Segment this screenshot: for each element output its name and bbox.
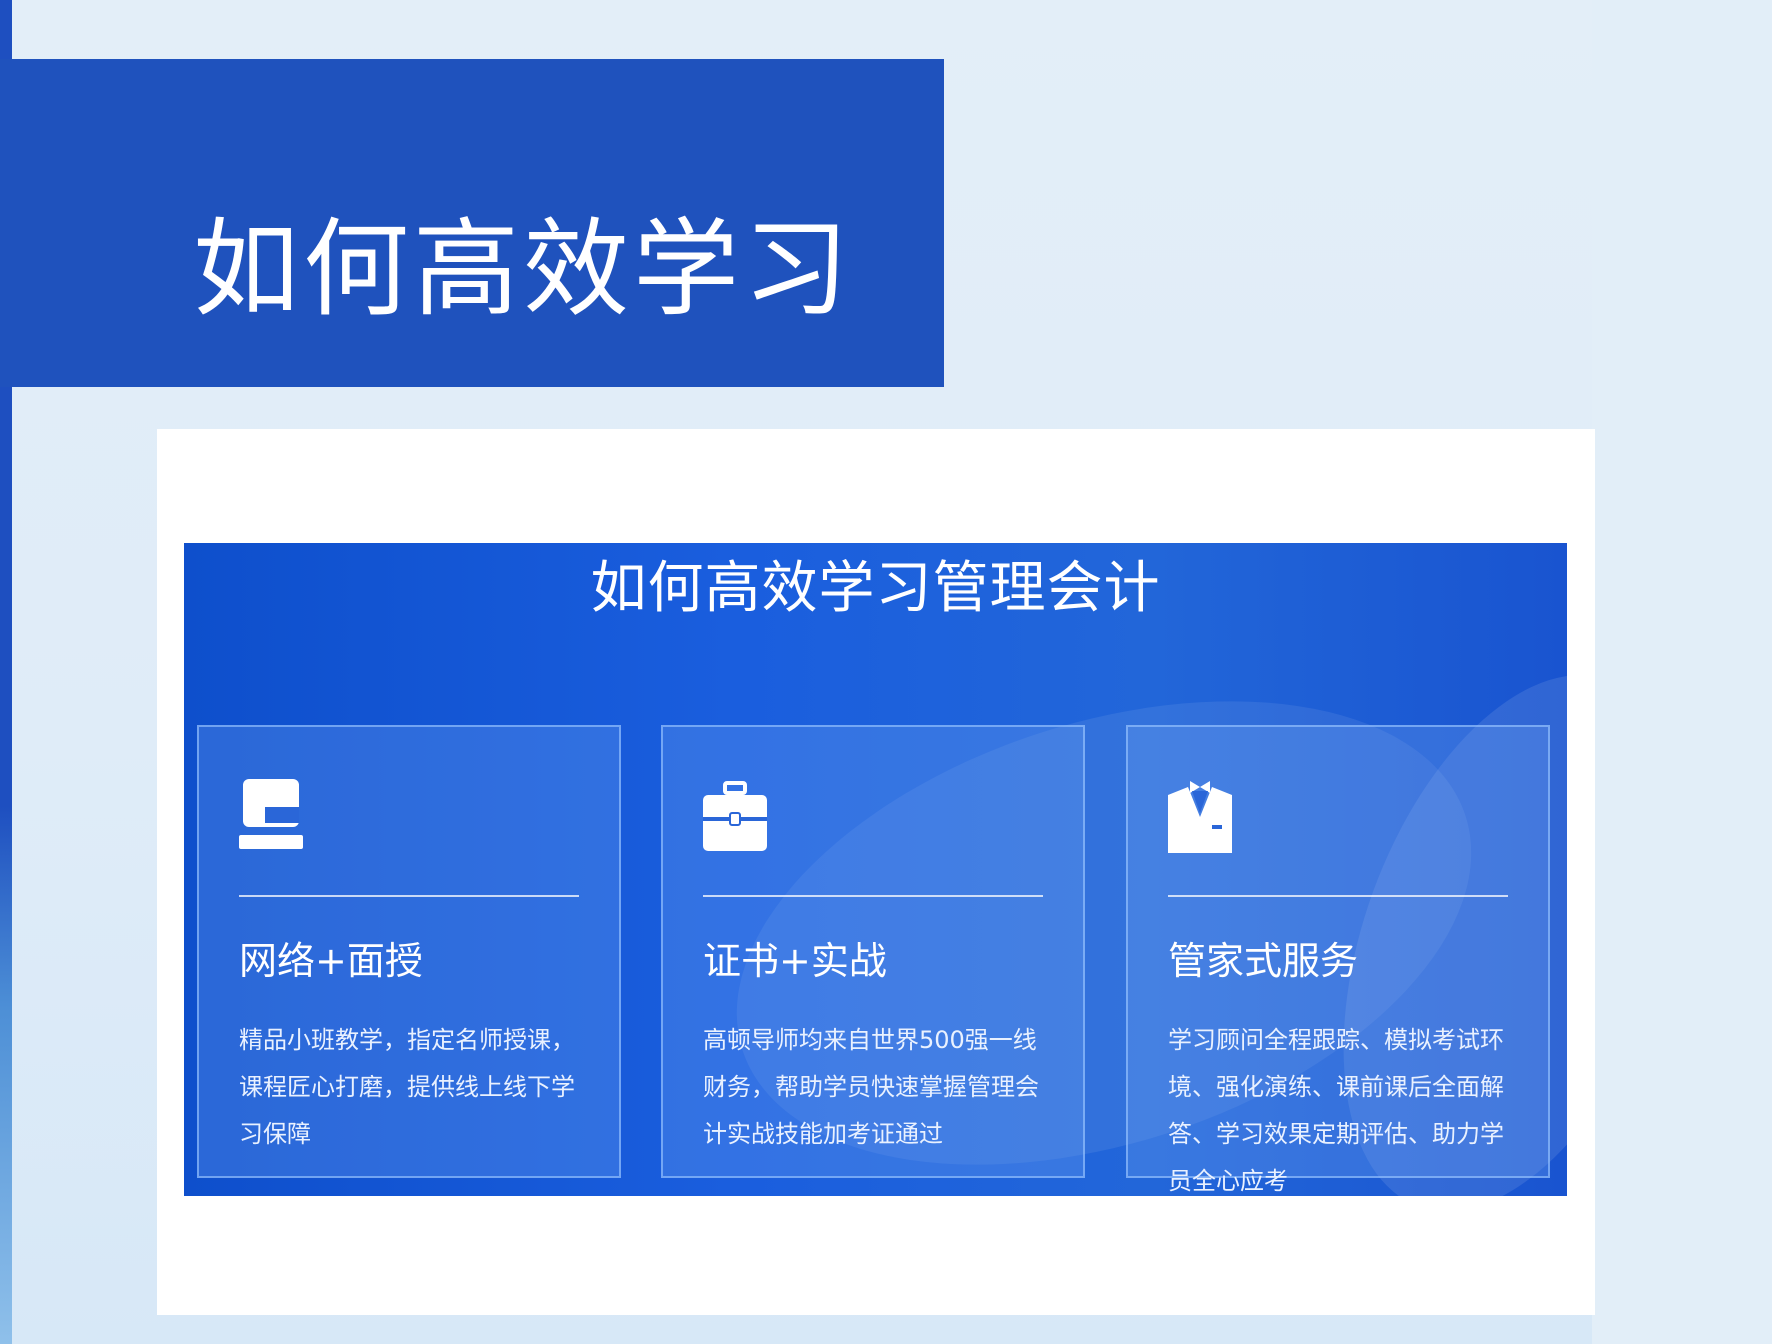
title-banner: 如何高效学习 [0, 59, 944, 387]
feature-panel: 如何高效学习管理会计 网络+面授 精品小班教学，指定名师授课，课程匠心打磨，提供… [184, 543, 1567, 1196]
card-divider [1168, 895, 1508, 897]
card-description: 学习顾问全程跟踪、模拟考试环境、强化演练、课前课后全面解答、学习效果定期评估、助… [1168, 1026, 1504, 1195]
panel-title: 如何高效学习管理会计 [590, 556, 1161, 621]
feature-card-butler-service: 管家式服务 学习顾问全程跟踪、模拟考试环境、强化演练、课前课后全面解答、学习效果… [1126, 725, 1550, 1195]
right-background-panel [1592, 0, 1772, 1344]
card-description: 精品小班教学，指定名师授课，课程匠心打磨，提供线上线下学习保障 [239, 1026, 575, 1148]
page-title: 如何高效学习 [193, 208, 853, 331]
card-divider [703, 895, 1043, 897]
butler-suit-icon [1168, 781, 1232, 853]
monitor-stand-icon [239, 779, 303, 849]
card-description: 高顿导师均来自世界500强一线财务，帮助学员快速掌握管理会计实战技能加考证通过 [703, 1026, 1039, 1148]
briefcase-icon [703, 781, 767, 851]
card-title: 证书+实战 [703, 939, 887, 983]
feature-card-online-offline: 网络+面授 精品小班教学，指定名师授课，课程匠心打磨，提供线上线下学习保障 [197, 725, 621, 1178]
feature-card-certificate: 证书+实战 高顿导师均来自世界500强一线财务，帮助学员快速掌握管理会计实战技能… [661, 725, 1085, 1178]
card-title: 管家式服务 [1168, 939, 1359, 983]
card-divider [239, 895, 579, 897]
card-title: 网络+面授 [239, 939, 423, 983]
